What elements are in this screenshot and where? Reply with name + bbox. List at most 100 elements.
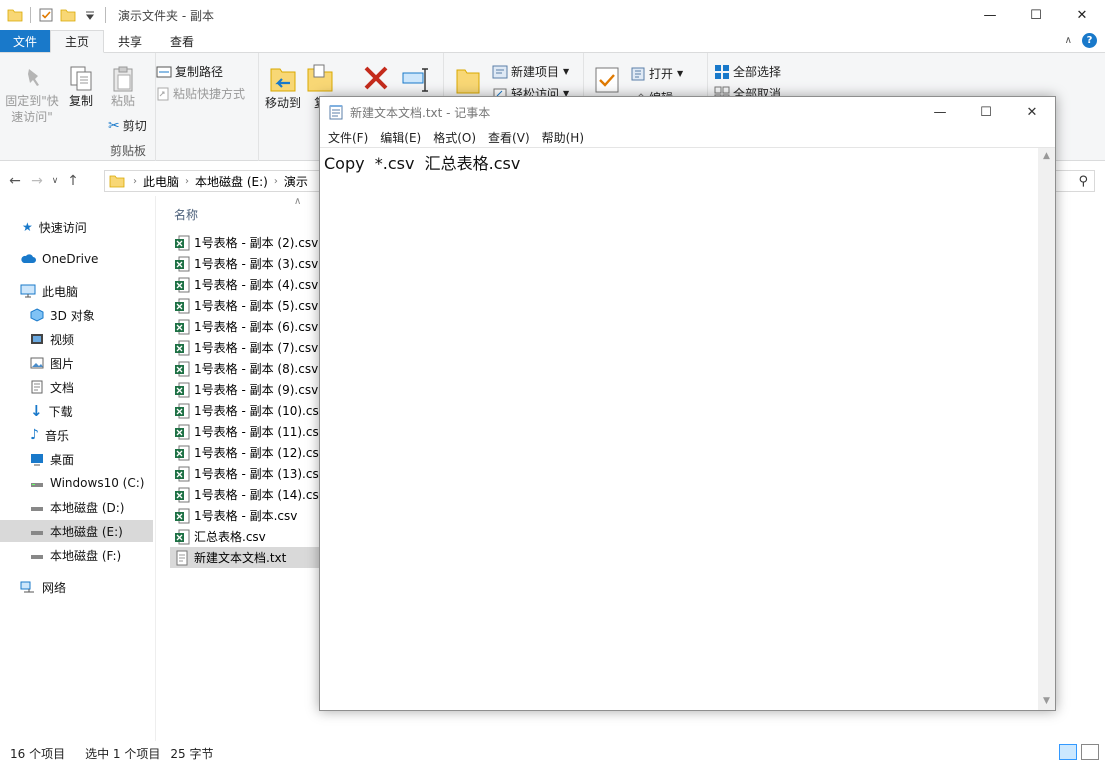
file-row[interactable]: 1号表格 - 副本 (3).csv xyxy=(170,253,320,274)
selection-size: 25 字节 xyxy=(170,746,214,761)
file-row[interactable]: 1号表格 - 副本 (12).csv xyxy=(170,442,320,463)
dropdown-icon: ▼ xyxy=(563,67,570,76)
back-arrow-icon[interactable]: ← xyxy=(4,173,26,189)
file-name: 1号表格 - 副本 (3).csv xyxy=(194,257,319,271)
notepad-close-button[interactable]: ✕ xyxy=(1009,97,1055,127)
sidebar-item-drive-e[interactable]: 本地磁盘 (E:) xyxy=(0,520,153,542)
menu-edit[interactable]: 编辑(E) xyxy=(374,129,427,146)
customize-dropdown-icon[interactable] xyxy=(82,7,98,23)
view-toggle xyxy=(1059,744,1099,760)
new-item-button[interactable]: 新建项目 ▼ xyxy=(492,63,569,80)
scroll-down-icon[interactable]: ▼ xyxy=(1038,693,1055,710)
move-to-button[interactable]: 移动到 xyxy=(263,63,303,111)
file-row[interactable]: 1号表格 - 副本 (14).csv xyxy=(170,484,320,505)
sidebar-item-downloads[interactable]: ↓ 下载 xyxy=(0,400,153,422)
tab-share[interactable]: 共享 xyxy=(104,30,156,52)
explorer-titlebar: 演示文件夹 - 副本 — ☐ ✕ xyxy=(0,0,1105,30)
delete-button[interactable] xyxy=(359,63,393,95)
quick-access-toolbar xyxy=(4,7,110,23)
breadcrumb-folder[interactable]: 演示 xyxy=(284,173,308,190)
notepad-text-area[interactable]: Copy *.csv 汇总表格.csv ▲ ▼ xyxy=(320,147,1055,710)
file-row[interactable]: 1号表格 - 副本.csv xyxy=(170,505,320,526)
help-icon[interactable]: ? xyxy=(1082,33,1097,48)
minimize-button[interactable]: — xyxy=(967,0,1013,30)
sort-ascending-icon: ∧ xyxy=(294,196,302,207)
file-list: ∧ 名称 1号表格 - 副本 (2).csv 1号表格 - 副本 (3).csv 1… xyxy=(170,196,320,741)
file-row[interactable]: 汇总表格.csv xyxy=(170,526,320,547)
details-view-button[interactable] xyxy=(1059,744,1077,760)
new-folder-icon[interactable] xyxy=(60,7,76,23)
menu-view[interactable]: 查看(V) xyxy=(482,129,536,146)
sidebar-item-this-pc[interactable]: 此电脑 xyxy=(0,280,153,302)
copy-path-button[interactable]: 复制路径 xyxy=(156,63,223,80)
pin-quick-access-button[interactable]: 固定到"快 速访问" xyxy=(4,65,60,125)
sidebar-item-drive-d[interactable]: 本地磁盘 (D:) xyxy=(0,496,153,518)
paste-shortcut-button[interactable]: 粘贴快捷方式 xyxy=(156,85,245,102)
paste-button[interactable]: 粘贴 xyxy=(104,65,142,109)
sidebar-item-drive-c[interactable]: Windows10 (C:) xyxy=(0,472,153,494)
cut-button[interactable]: ✂ 剪切 xyxy=(108,117,147,134)
forward-arrow-icon[interactable]: → xyxy=(26,173,48,189)
copy-icon xyxy=(70,66,92,91)
file-row[interactable]: 1号表格 - 副本 (6).csv xyxy=(170,316,320,337)
file-row[interactable]: 1号表格 - 副本 (7).csv xyxy=(170,337,320,358)
ribbon-tools: ∧ ? xyxy=(1065,33,1097,48)
sidebar-item-network[interactable]: 网络 xyxy=(0,576,153,598)
file-row[interactable]: 1号表格 - 副本 (10).csv xyxy=(170,400,320,421)
up-arrow-icon[interactable]: ↑ xyxy=(62,173,84,189)
file-name: 1号表格 - 副本 (8).csv xyxy=(194,362,319,376)
new-folder-button[interactable] xyxy=(454,65,482,95)
large-icons-view-button[interactable] xyxy=(1081,744,1099,760)
sidebar-item-desktop[interactable]: 桌面 xyxy=(0,448,153,470)
file-row[interactable]: 1号表格 - 副本 (13).csv xyxy=(170,463,320,484)
tab-view[interactable]: 查看 xyxy=(156,30,208,52)
properties-icon[interactable] xyxy=(38,7,54,23)
recent-locations-icon[interactable]: ∨ xyxy=(48,176,62,186)
scroll-up-icon[interactable]: ▲ xyxy=(1038,148,1055,165)
sidebar-item-quick-access[interactable]: ★ 快速访问 xyxy=(0,216,153,238)
maximize-button[interactable]: ☐ xyxy=(1013,0,1059,30)
copy-button[interactable]: 复制 xyxy=(64,65,98,109)
sidebar-item-label: 本地磁盘 (F:) xyxy=(50,548,122,563)
sidebar-item-documents[interactable]: 文档 xyxy=(0,376,153,398)
sidebar-item-onedrive[interactable]: OneDrive xyxy=(0,248,153,270)
file-row[interactable]: 1号表格 - 副本 (8).csv xyxy=(170,358,320,379)
vertical-scrollbar[interactable]: ▲ ▼ xyxy=(1038,148,1055,710)
breadcrumb-this-pc[interactable]: 此电脑 xyxy=(143,173,179,190)
notepad-maximize-button[interactable]: ☐ xyxy=(963,97,1009,127)
breadcrumb-drive-e[interactable]: 本地磁盘 (E:) xyxy=(195,173,268,190)
file-row[interactable]: 1号表格 - 副本 (2).csv xyxy=(170,232,320,253)
menu-help[interactable]: 帮助(H) xyxy=(536,129,590,146)
sidebar-item-music[interactable]: ♪ 音乐 xyxy=(0,424,153,446)
file-name: 1号表格 - 副本 (11).csv xyxy=(194,425,320,439)
rename-button[interactable] xyxy=(399,63,433,95)
sidebar-item-label: 视频 xyxy=(50,332,75,347)
close-button[interactable]: ✕ xyxy=(1059,0,1105,30)
select-all-button[interactable]: 全部选择 xyxy=(714,63,781,80)
sidebar-item-pictures[interactable]: 图片 xyxy=(0,352,153,374)
file-row[interactable]: 1号表格 - 副本 (5).csv xyxy=(170,295,320,316)
sidebar-item-drive-f[interactable]: 本地磁盘 (F:) xyxy=(0,544,153,566)
new-item-icon xyxy=(492,65,508,78)
menu-file[interactable]: 文件(F) xyxy=(322,129,374,146)
select-all-label: 全部选择 xyxy=(733,65,782,79)
file-row[interactable]: 1号表格 - 副本 (4).csv xyxy=(170,274,320,295)
excel-file-icon xyxy=(175,235,190,250)
properties-button[interactable] xyxy=(592,65,622,95)
column-header-name[interactable]: 名称 xyxy=(174,206,198,223)
file-name: 汇总表格.csv xyxy=(194,530,266,544)
tab-home[interactable]: 主页 xyxy=(50,30,105,53)
file-row[interactable]: 1号表格 - 副本 (9).csv xyxy=(170,379,320,400)
notepad-minimize-button[interactable]: — xyxy=(917,97,963,127)
sidebar-item-3d-objects[interactable]: 3D 对象 xyxy=(0,304,153,326)
sidebar-item-videos[interactable]: 视频 xyxy=(0,328,153,350)
file-row[interactable]: 1号表格 - 副本 (11).csv xyxy=(170,421,320,442)
open-button[interactable]: 打开 ▼ xyxy=(630,65,683,82)
drive-icon xyxy=(31,555,43,559)
tab-file[interactable]: 文件 xyxy=(0,30,51,52)
network-icon xyxy=(20,581,34,593)
sidebar-item-label: 快速访问 xyxy=(38,220,87,235)
collapse-ribbon-icon[interactable]: ∧ xyxy=(1065,35,1072,46)
file-row[interactable]: 新建文本文档.txt xyxy=(170,547,320,568)
menu-format[interactable]: 格式(O) xyxy=(427,129,482,146)
